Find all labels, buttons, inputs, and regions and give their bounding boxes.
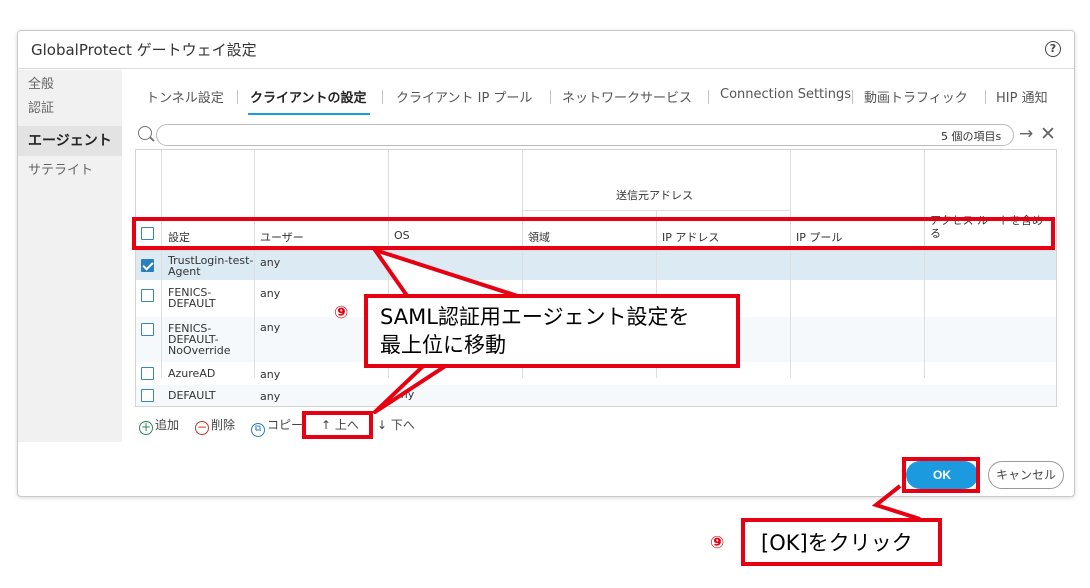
highlight-ok-button — [902, 457, 980, 493]
highlight-selected-row — [132, 217, 1055, 250]
callout-ok-text: [OK]をクリック — [761, 531, 913, 555]
highlight-move-up-button — [302, 411, 373, 439]
callout-line-1: SAML認証用エージェント設定を — [380, 305, 690, 329]
step-number: ⑨ — [334, 303, 349, 323]
callout-move-agent: SAML認証用エージェント設定を 最上位に移動 — [364, 294, 740, 368]
callout-click-ok: [OK]をクリック — [741, 518, 942, 566]
callout-pointer-top — [373, 248, 532, 302]
step-number: ⑨ — [710, 533, 725, 553]
callout-line-2: 最上位に移動 — [380, 333, 506, 357]
